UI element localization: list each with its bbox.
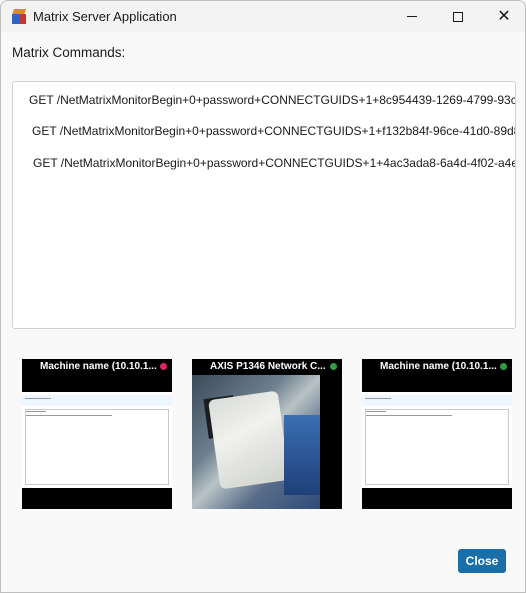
minimize-icon [407,16,417,17]
monitor-title: Machine name (10.10.1... [380,361,497,372]
monitor-tile-camera[interactable]: AXIS P1346 Network C... [192,359,342,509]
matrix-commands-label: Matrix Commands: [12,45,126,60]
status-offline-icon [160,363,167,370]
command-line[interactable]: GET /NetMatrixMonitorBegin+0+password+CO… [33,156,515,170]
monitor-tiles: Machine name (10.10.1... AXIS P1346 Netw… [1,359,525,509]
screen-preview [362,392,512,488]
monitor-title: Machine name (10.10.1... [40,361,157,372]
command-line[interactable]: GET /NetMatrixMonitorBegin+0+password+CO… [29,93,515,107]
window-title: Matrix Server Application [33,9,177,24]
close-button[interactable]: Close [458,549,506,573]
status-online-icon [500,363,507,370]
app-logo-icon [11,8,27,25]
monitor-title: AXIS P1346 Network C... [210,361,326,372]
screen-preview [22,392,172,488]
app-window: Matrix Server Application ✕ Matrix Comma… [0,0,526,593]
main-content: Matrix Commands: GET /NetMatrixMonitorBe… [1,32,525,592]
monitor-tile-machine-2[interactable]: Machine name (10.10.1... [362,359,512,509]
camera-preview [192,375,320,509]
minimize-button[interactable] [389,1,435,32]
monitor-tile-machine-1[interactable]: Machine name (10.10.1... [22,359,172,509]
window-close-button[interactable]: ✕ [481,1,525,32]
matrix-commands-list[interactable]: GET /NetMatrixMonitorBegin+0+password+CO… [12,81,516,329]
maximize-button[interactable] [435,1,481,32]
command-line[interactable]: GET /NetMatrixMonitorBegin+0+password+CO… [32,124,515,138]
title-bar[interactable]: Matrix Server Application ✕ [1,1,525,32]
close-icon: ✕ [497,7,511,25]
status-online-icon [330,363,337,370]
maximize-icon [453,11,463,22]
